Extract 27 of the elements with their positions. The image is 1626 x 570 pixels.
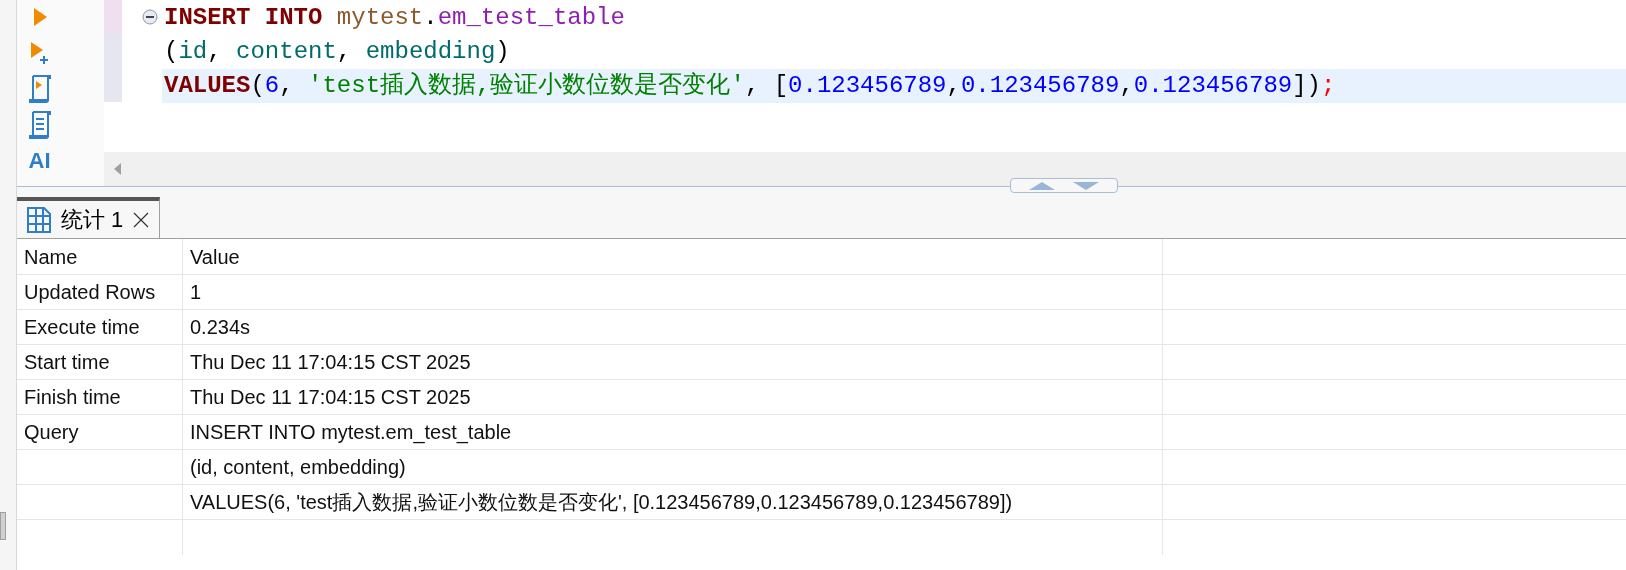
- table-cell-text: 1: [190, 280, 202, 305]
- table-cell-text: Execute time: [24, 315, 140, 340]
- horizontal-scrollbar[interactable]: [104, 152, 1626, 186]
- down-arrow-icon: [1073, 181, 1099, 190]
- close-icon: [133, 211, 150, 228]
- column-header[interactable]: Name: [17, 239, 183, 274]
- table-cell-text: Thu Dec 11 17:04:15 CST 2025: [190, 350, 471, 375]
- table-cell-text: Start time: [24, 350, 110, 375]
- table-cell-text: Finish time: [24, 385, 121, 410]
- table-cell-text: Updated Rows: [24, 280, 156, 305]
- collapse-icon[interactable]: [142, 9, 158, 25]
- result-tab[interactable]: 统计 1: [17, 197, 161, 238]
- code-line: (id, content, embedding): [163, 37, 511, 67]
- splitter-handle[interactable]: [1010, 178, 1118, 193]
- grid-icon: [27, 206, 51, 233]
- scroll-left-icon: [114, 163, 122, 175]
- table-cell-text: Query: [24, 420, 79, 445]
- column-header[interactable]: Value: [183, 239, 1163, 274]
- up-arrow-icon: [1029, 181, 1055, 190]
- code-line: INSERT INTO mytest.em_test_table: [163, 3, 626, 33]
- table-cell-text: VALUES(6, 'test插入数据,验证小数位数是否变化', [0.123456789,0.123456789,0.123456789]): [190, 490, 1013, 515]
- ai-button[interactable]: AI: [28, 150, 51, 172]
- table-cell-text: INSERT INTO mytest.em_test_table: [190, 420, 512, 446]
- scrollbar-thumb[interactable]: [0, 512, 6, 540]
- table-cell-text: (id, content, embedding): [190, 455, 406, 480]
- table-cell-text: 0.234s: [190, 315, 251, 340]
- table-cell-text: Thu Dec 11 17:04:15 CST 2025: [190, 385, 471, 410]
